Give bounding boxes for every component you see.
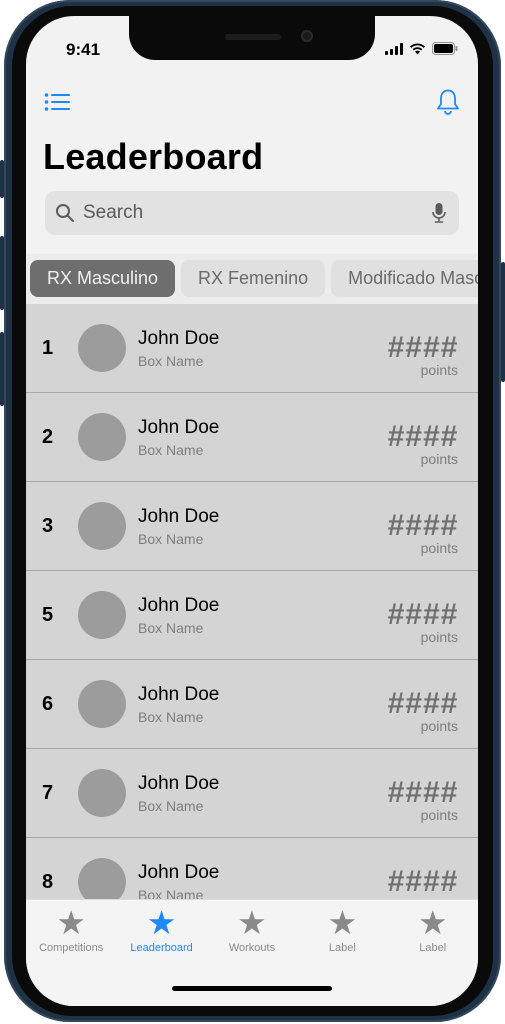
box-name: Box Name (138, 442, 204, 458)
rank-number: 3 (42, 515, 54, 537)
leaderboard-row[interactable]: 2 John Doe Box Name #### points (26, 393, 478, 482)
tab-modificado-masculino[interactable]: Modificado Masculino (331, 260, 478, 297)
score-unit: points (420, 629, 458, 645)
star-icon: ★ (417, 904, 448, 941)
leaderboard-row[interactable]: 6 John Doe Box Name #### points (26, 660, 478, 749)
athlete-name: John Doe (138, 773, 220, 794)
bell-icon[interactable] (436, 88, 460, 116)
athlete-name: John Doe (138, 328, 220, 349)
status-time: 9:41 (66, 40, 101, 59)
box-name: Box Name (138, 798, 204, 814)
star-icon: ★ (237, 904, 267, 941)
battery-icon (432, 42, 458, 55)
score-unit: points (420, 362, 458, 378)
search-input[interactable] (81, 201, 415, 225)
score-unit: points (420, 540, 458, 556)
tabbar-item-workouts[interactable]: ★ Workouts (207, 904, 297, 955)
rank-number: 7 (42, 782, 54, 804)
avatar (78, 858, 126, 901)
score-value: #### (387, 509, 458, 542)
tabbar-item-label-2[interactable]: ★ Label (388, 904, 478, 955)
menu-list-icon[interactable] (44, 92, 70, 112)
star-icon: ★ (56, 904, 86, 941)
box-name: Box Name (138, 709, 204, 725)
athlete-name: John Doe (138, 417, 220, 438)
box-name: Box Name (138, 620, 204, 636)
rank-number: 8 (42, 871, 54, 893)
power-button (501, 262, 505, 382)
tabbar-item-leaderboard[interactable]: ★ Leaderboard (117, 904, 207, 955)
score-value: #### (387, 420, 458, 453)
rank-number: 5 (42, 604, 54, 626)
rank-number: 1 (42, 337, 54, 359)
athlete-name: John Doe (138, 595, 220, 616)
avatar (78, 413, 126, 461)
rank-number: 2 (42, 426, 54, 448)
score-value: #### (387, 865, 458, 898)
leaderboard-row[interactable]: 7 John Doe Box Name #### points (26, 749, 478, 838)
score-value: #### (387, 776, 458, 809)
score-value: #### (387, 687, 458, 720)
avatar (78, 324, 126, 372)
home-indicator[interactable] (172, 986, 332, 991)
leaderboard-row[interactable]: 8 John Doe Box Name #### points (26, 838, 478, 901)
rank-number: 6 (42, 693, 54, 715)
tab-bar: ★ Competitions ★ Leaderboard ★ Workouts … (26, 899, 478, 1006)
status-icons (385, 42, 458, 55)
leaderboard-row[interactable]: 5 John Doe Box Name #### points (26, 571, 478, 660)
search-bar[interactable] (45, 191, 459, 235)
phone-screen: 9:41 Leaderboard Search RX Masculino RX … (26, 16, 478, 1006)
microphone-icon[interactable] (431, 202, 447, 224)
star-icon: ★ (327, 904, 358, 941)
score-unit: points (420, 451, 458, 467)
tabbar-item-competitions[interactable]: ★ Competitions (26, 904, 116, 955)
page-title: Leaderboard (43, 136, 264, 177)
tab-rx-femenino[interactable]: RX Femenino (181, 260, 326, 297)
box-name: Box Name (138, 531, 204, 547)
score-value: #### (387, 598, 458, 631)
score-unit: points (420, 807, 458, 823)
camera (301, 30, 313, 42)
leaderboard-row[interactable]: 3 John Doe Box Name #### points (26, 482, 478, 571)
search-icon (56, 204, 74, 222)
tabbar-label: Workouts (228, 942, 276, 954)
tab-rx-masculino[interactable]: RX Masculino (30, 260, 176, 297)
cellular-signal-icon (385, 42, 403, 55)
athlete-name: John Doe (138, 506, 220, 527)
tabbar-label: Competitions (39, 942, 104, 954)
box-name: Box Name (138, 353, 204, 369)
tabbar-item-label-1[interactable]: ★ Label (297, 904, 387, 955)
avatar (78, 591, 126, 639)
speaker (225, 34, 281, 40)
tabbar-label: Leaderboard (130, 942, 193, 954)
category-tabs: RX Masculino RX Femenino Modificado Masc… (26, 254, 478, 304)
leaderboard-row[interactable]: 1 John Doe Box Name #### points (26, 304, 478, 393)
avatar (78, 769, 126, 817)
avatar (78, 502, 126, 550)
tabbar-label: Label (419, 942, 447, 954)
tabbar-label: Label (328, 942, 356, 954)
star-icon: ★ (146, 904, 177, 941)
leaderboard-list[interactable]: 1 John Doe Box Name #### points 2 John D… (26, 304, 478, 901)
athlete-name: John Doe (138, 862, 220, 883)
score-unit: points (420, 718, 458, 734)
score-value: #### (387, 331, 458, 364)
wifi-icon (410, 43, 425, 55)
athlete-name: John Doe (138, 684, 220, 705)
avatar (78, 680, 126, 728)
notch (129, 16, 375, 60)
